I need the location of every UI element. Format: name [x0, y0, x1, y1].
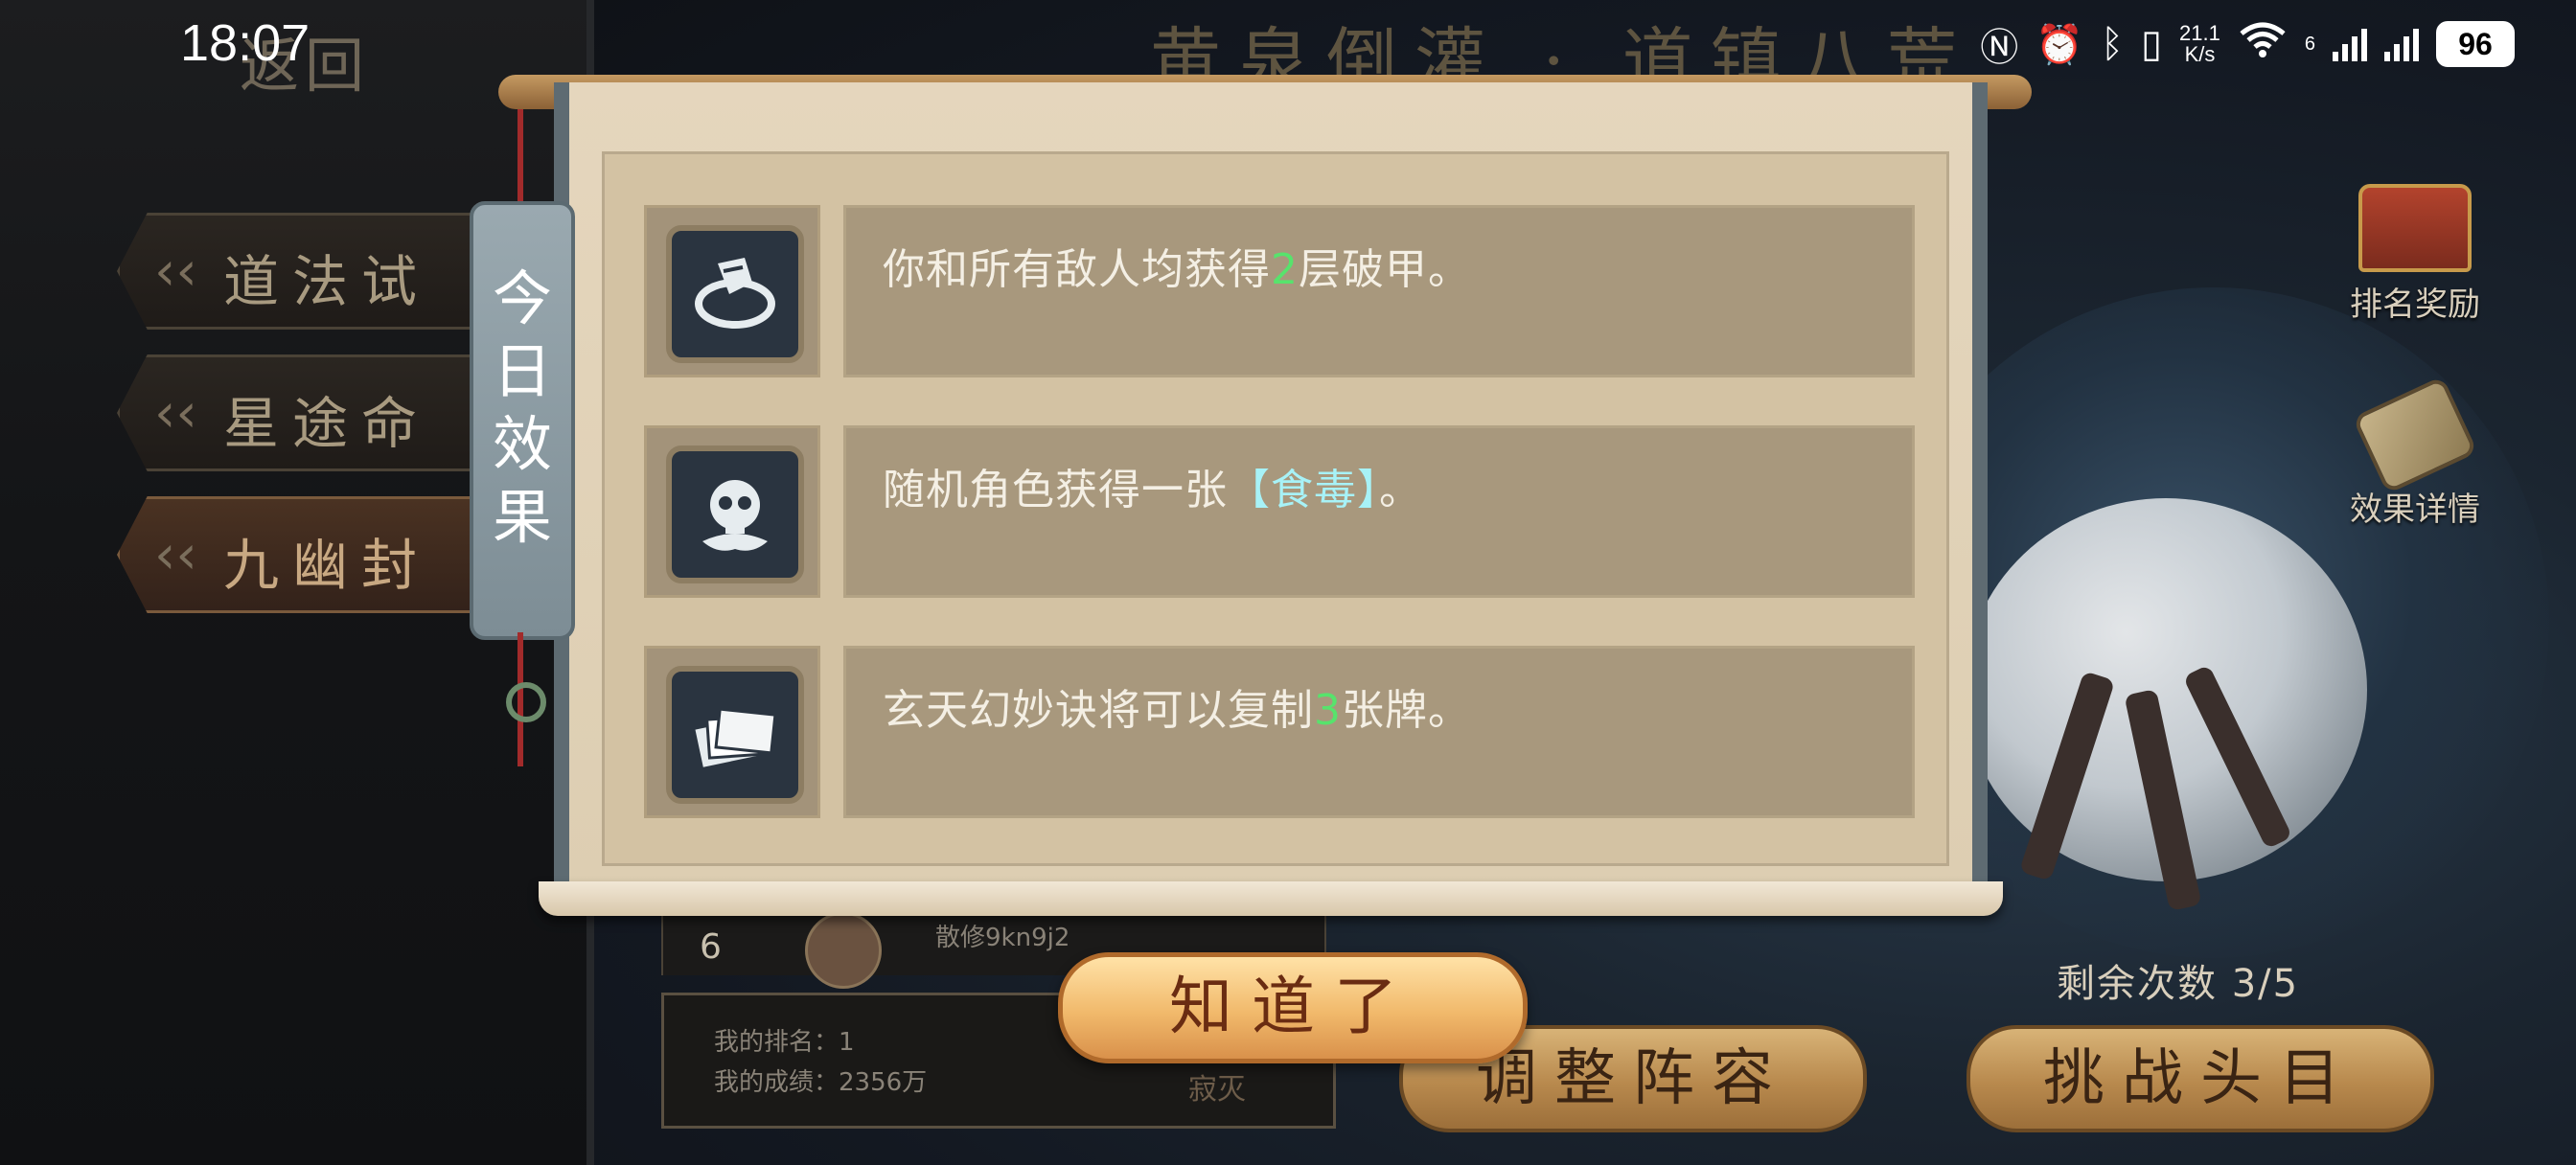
- alarm-icon: ⏰: [2036, 23, 2084, 66]
- remaining-value: 3/5: [2231, 962, 2300, 1006]
- network-speed: 21.1 K/s: [2179, 23, 2220, 65]
- ribbon-title: 今日效果: [492, 263, 552, 552]
- rank-number: 6: [700, 927, 722, 967]
- menu-item-nine-nether[interactable]: ‹‹ 九幽封魔: [117, 496, 496, 613]
- effect-text-part: 张牌。: [1342, 686, 1471, 735]
- effect-icon-frame: [644, 205, 820, 377]
- scroll-bottom-roll: [539, 881, 2003, 916]
- effect-description: 玄天幻妙诀将可以复制3张牌。: [883, 675, 1471, 737]
- battery-icon: 96: [2436, 21, 2515, 67]
- scroll-icon: [2352, 376, 2478, 494]
- avatar: [805, 912, 882, 989]
- cards-icon: [666, 666, 804, 804]
- card-name-link[interactable]: 【食毒】: [1228, 466, 1379, 514]
- menu-item-star-path[interactable]: ‹‹ 星途命劫: [117, 354, 496, 471]
- challenge-boss-button[interactable]: 挑战头目: [1966, 1025, 2434, 1132]
- remaining-label: 剩余次数: [2057, 962, 2218, 1006]
- signal-icon: [2333, 27, 2367, 61]
- effect-icon-frame: [644, 425, 820, 598]
- vibrate-icon: ▯: [2141, 23, 2163, 65]
- remaining-attempts: 剩余次数 3/5: [2057, 952, 2299, 1008]
- wifi-badge: 6: [2304, 33, 2315, 55]
- today-effects-ribbon: 今日效果: [470, 201, 575, 640]
- effect-text-box: 随机角色获得一张【食毒】。: [843, 425, 1915, 598]
- my-score-value: 2356万: [839, 1068, 928, 1097]
- chevron-left-icon: ‹‹: [154, 382, 197, 445]
- effect-text-part: 层破甲。: [1299, 245, 1471, 294]
- effect-highlight: 3: [1314, 686, 1342, 735]
- my-rank-value: 1: [839, 1028, 855, 1057]
- rank-reward-button[interactable]: 排名奖励: [2329, 184, 2501, 325]
- effect-row: 玄天幻妙诀将可以复制3张牌。: [644, 646, 1915, 818]
- confirm-button[interactable]: 知道了: [1058, 952, 1528, 1063]
- effect-text-part: 随机角色获得一张: [883, 466, 1228, 514]
- bluetooth-icon: ᛒ: [2101, 22, 2125, 65]
- menu-item-dao-trial[interactable]: ‹‹ 道法试炼: [117, 213, 496, 330]
- effect-row: 随机角色获得一张【食毒】。: [644, 425, 1915, 598]
- chevron-left-icon: ‹‹: [154, 524, 197, 586]
- seal-badge: 寂灭: [1188, 1073, 1246, 1107]
- signal-icon: [2384, 27, 2419, 61]
- effect-detail-button[interactable]: 效果详情: [2329, 376, 2501, 530]
- effect-detail-label: 效果详情: [2350, 491, 2480, 529]
- treasure-chest-icon: [2358, 184, 2472, 272]
- my-score-label: 我的成绩：: [714, 1068, 840, 1097]
- effect-text-part: 。: [1379, 466, 1422, 514]
- effect-text-box: 你和所有敌人均获得2层破甲。: [843, 205, 1915, 377]
- my-rank-line: 我的排名：1: [714, 1022, 855, 1058]
- chevron-left-icon: ‹‹: [154, 240, 197, 303]
- effect-description: 你和所有敌人均获得2层破甲。: [883, 235, 1471, 296]
- wifi-icon: [2238, 20, 2288, 68]
- status-icons: Ⓝ ⏰ ᛒ ▯ 21.1 K/s 6 96: [1980, 17, 2515, 71]
- effect-text-box: 玄天幻妙诀将可以复制3张牌。: [843, 646, 1915, 818]
- effect-icon-frame: [644, 646, 820, 818]
- my-score-line: 我的成绩：2356万: [714, 1062, 927, 1098]
- effect-highlight: 2: [1271, 245, 1299, 294]
- rank-reward-label: 排名奖励: [2350, 286, 2480, 324]
- jade-ornament: [506, 682, 546, 722]
- net-speed-unit: K/s: [2184, 42, 2216, 66]
- player-name: 散修9kn9j2: [935, 924, 1070, 952]
- effect-row: 你和所有敌人均获得2层破甲。: [644, 205, 1915, 377]
- effect-text-part: 玄天幻妙诀将可以复制: [883, 686, 1314, 735]
- nfc-icon: Ⓝ: [1980, 27, 2019, 69]
- my-rank-label: 我的排名：: [714, 1028, 840, 1057]
- effect-text-part: 你和所有敌人均获得: [883, 245, 1271, 294]
- effect-description: 随机角色获得一张【食毒】。: [883, 455, 1422, 516]
- clock: 18:07: [180, 14, 310, 72]
- skull-poison-icon: [666, 445, 804, 583]
- broken-armor-icon: [666, 225, 804, 363]
- status-bar: 18:07 Ⓝ ⏰ ᛒ ▯ 21.1 K/s 6 96: [0, 0, 2576, 86]
